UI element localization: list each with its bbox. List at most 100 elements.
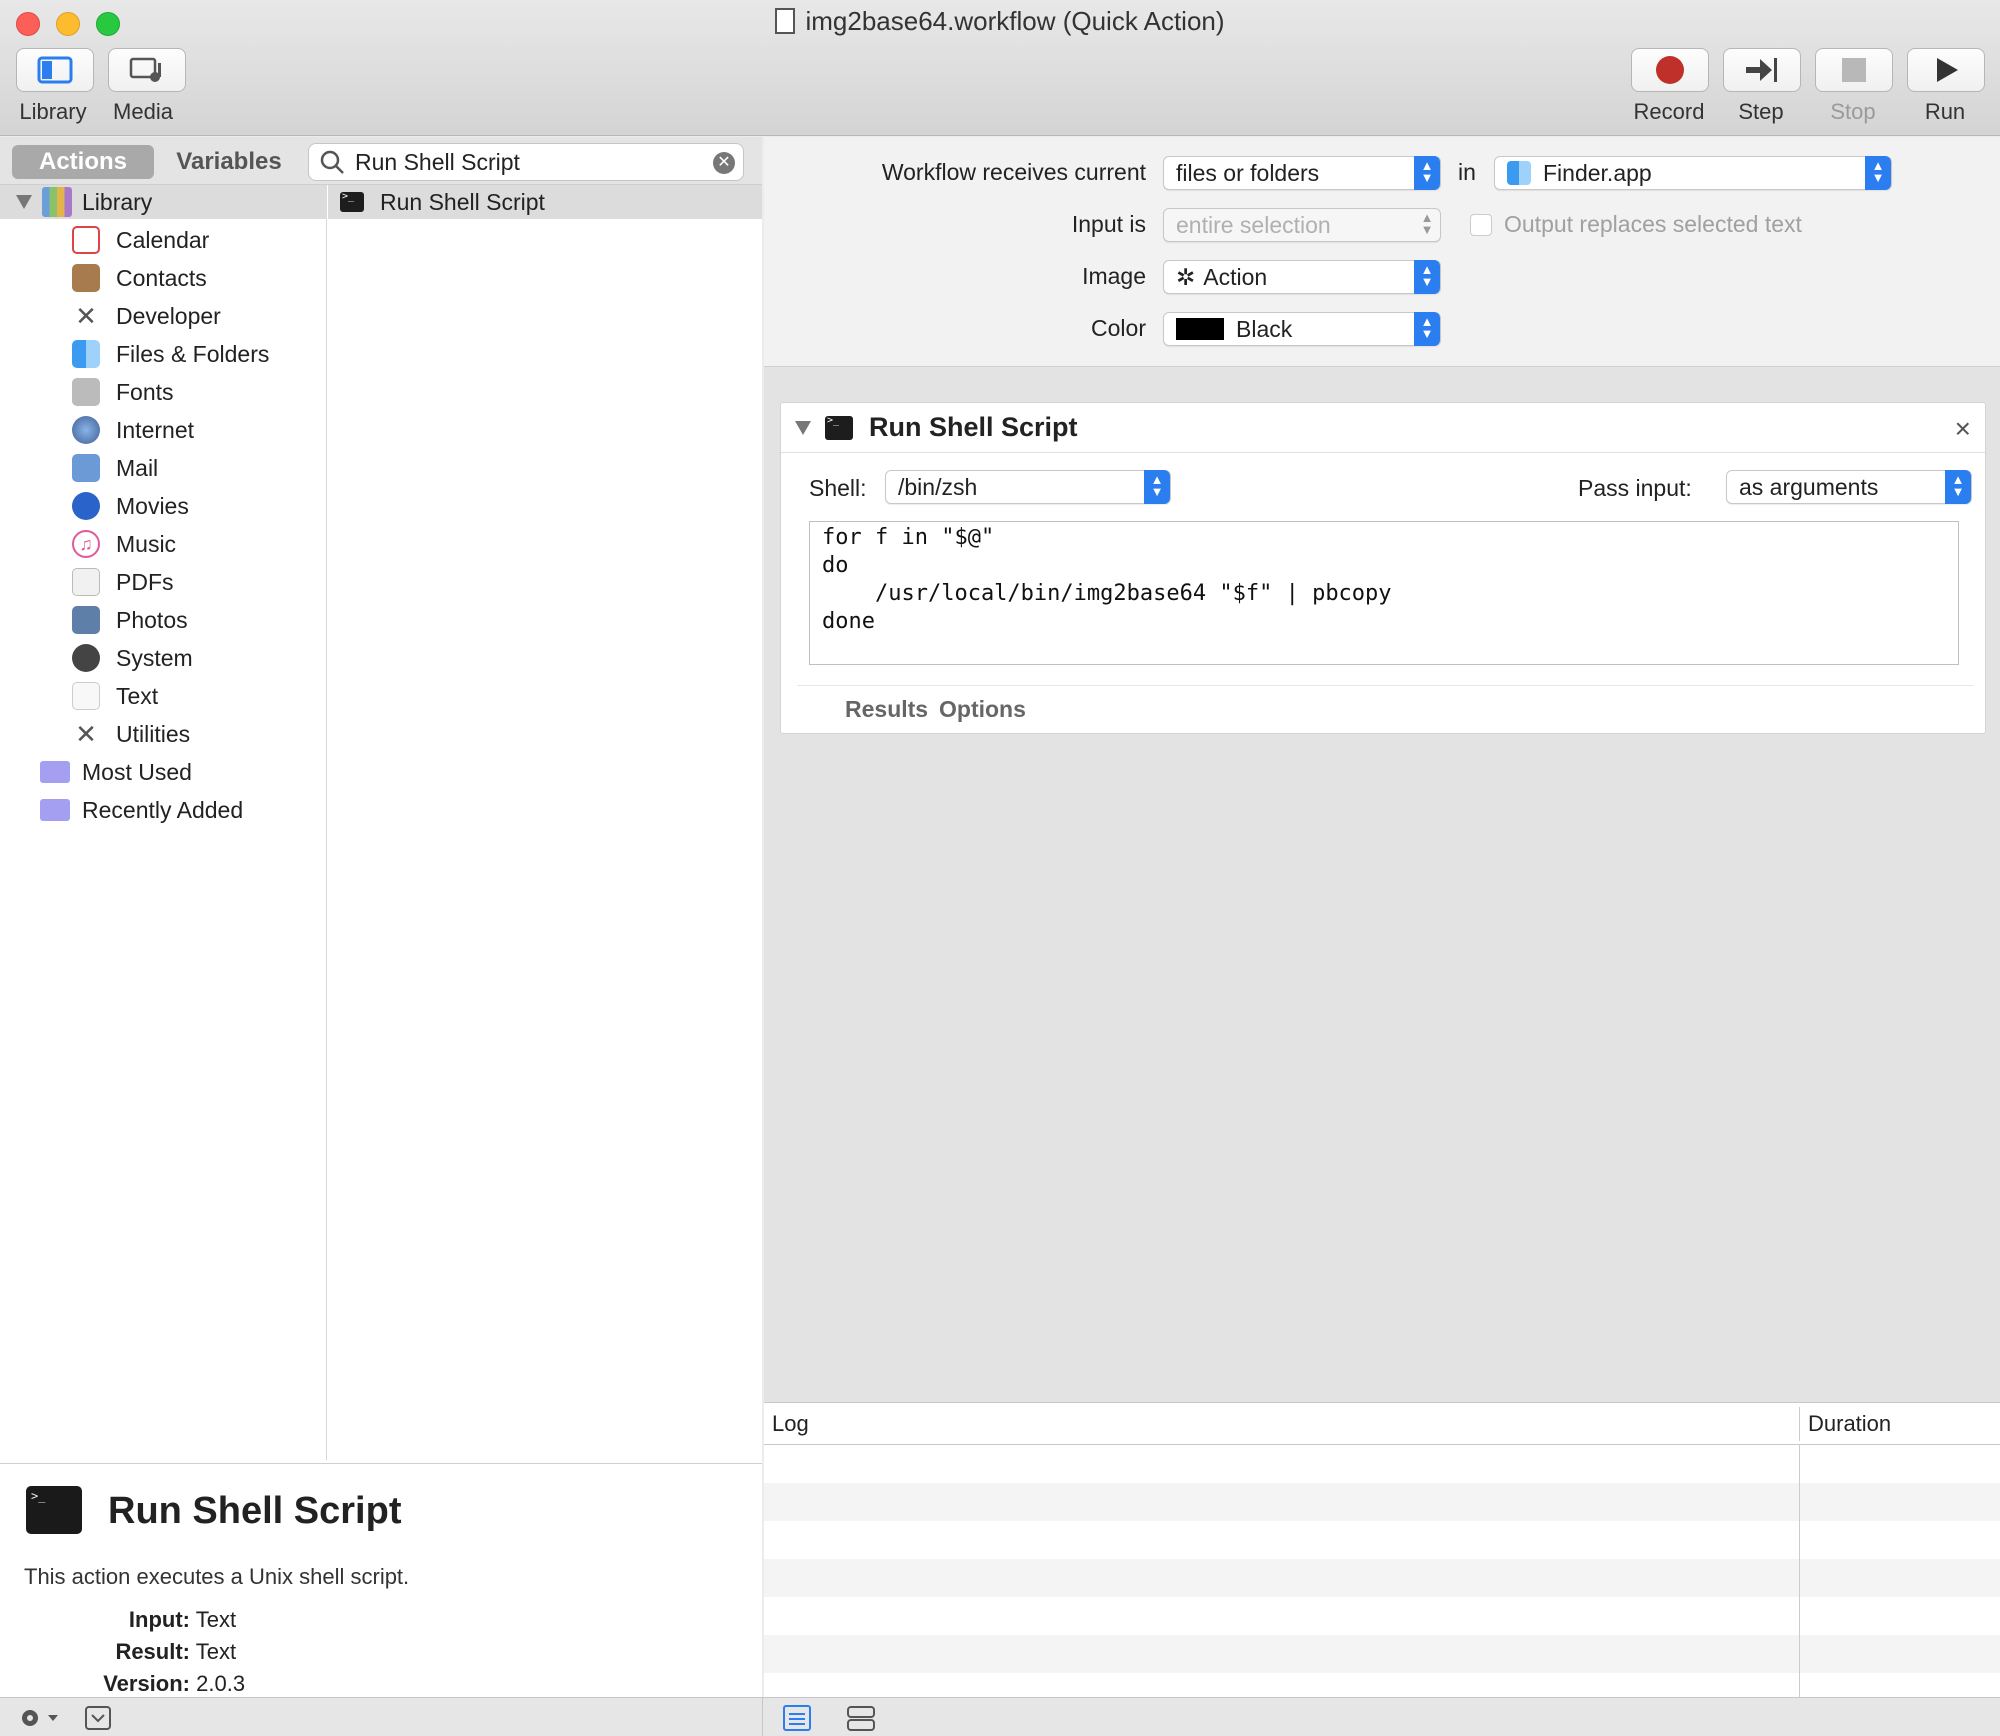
library-item-developer[interactable]: ✕ Developer [72,297,221,335]
run-button[interactable] [1907,48,1985,92]
tab-variables[interactable]: Variables [160,145,298,179]
gear-menu-icon[interactable] [18,1706,62,1730]
library-item-pdfs[interactable]: PDFs [72,563,174,601]
terminal-icon: >_ [340,192,364,212]
receives-popup[interactable]: files or folders ▲ ▼ [1163,156,1441,190]
system-gear-icon [72,644,100,672]
log-column-separator [1799,1445,1800,1698]
results-tab[interactable]: Results [845,696,928,723]
duration-column-header[interactable]: Duration [1808,1411,1891,1437]
popup-arrows-icon: ▲ ▼ [1144,470,1170,504]
pass-input-label: Pass input: [1578,475,1692,501]
library-item-contacts[interactable]: Contacts [72,259,207,297]
window-title: img2base64.workflow (Quick Action) [0,6,2000,37]
description-toggle-icon[interactable] [84,1704,112,1732]
library-item-label: Files & Folders [116,340,270,367]
output-replaces-checkbox[interactable] [1470,214,1492,236]
contacts-icon [72,264,100,292]
library-item-files-folders[interactable]: Files & Folders [72,335,269,373]
library-icon [42,187,72,217]
clear-search-icon[interactable]: ✕ [713,152,735,174]
description-title: Run Shell Script [108,1490,402,1532]
input-value: Text [195,1607,237,1632]
log-row [764,1483,2000,1521]
collapse-triangle-icon[interactable] [795,420,811,435]
close-icon[interactable]: × [1955,413,1971,445]
version-value: 2.0.3 [196,1671,246,1696]
library-item-label: Utilities [116,720,191,747]
most-used-item[interactable]: Most Used [40,753,192,791]
library-item-fonts[interactable]: Fonts [72,373,174,411]
image-popup[interactable]: ✲ Action ▲ ▼ [1163,260,1441,294]
action-card-title: Run Shell Script [869,412,1078,442]
split-view-icon[interactable] [846,1704,876,1732]
globe-icon [72,416,100,444]
color-popup[interactable]: Black ▲ ▼ [1163,312,1441,346]
document-icon [775,8,796,34]
receives-value: files or folders [1176,159,1320,186]
step-button[interactable] [1723,48,1801,92]
log-row [764,1521,2000,1559]
smart-folder-icon [40,761,70,783]
search-input[interactable]: Run Shell Script [355,149,520,176]
output-replaces-label: Output replaces selected text [1504,211,1802,237]
action-card-header: >_ Run Shell Script × [781,403,1985,453]
search-field[interactable]: Run Shell Script ✕ [308,143,744,181]
record-button[interactable] [1631,48,1709,92]
library-item-system[interactable]: System [72,639,193,677]
in-label: in [1458,159,1476,185]
media-button[interactable] [108,48,186,92]
shell-value: /bin/zsh [898,473,978,500]
script-editor[interactable]: for f in "$@" do /usr/local/bin/img2base… [809,521,1959,665]
window-title-text: img2base64.workflow (Quick Action) [805,6,1225,36]
image-label: Image [1082,263,1146,289]
application-value: Finder.app [1543,159,1652,186]
window-titlebar: img2base64.workflow (Quick Action) Libra… [0,0,2000,136]
recently-added-item[interactable]: Recently Added [40,791,243,829]
action-item-run-shell-script[interactable]: >_ Run Shell Script [328,185,762,219]
library-item-movies[interactable]: Movies [72,487,189,525]
library-item-label: Developer [116,302,221,329]
log-header: Log Duration [764,1403,2000,1445]
library-item-calendar[interactable]: Calendar [72,221,209,259]
receives-label: Workflow receives current [881,159,1146,185]
application-popup[interactable]: Finder.app ▲ ▼ [1494,156,1892,190]
pass-input-value: as arguments [1739,473,1879,500]
run-button-label: Run [1924,99,1966,124]
column-divider[interactable] [1799,1407,1800,1441]
search-icon [320,150,344,174]
list-view-icon[interactable] [782,1704,812,1732]
smart-folder-icon [40,799,70,821]
input-is-value: entire selection [1176,211,1331,238]
result-label: Result: [115,1639,190,1664]
library-item-label: Photos [116,606,188,633]
library-item-text[interactable]: Text [72,677,158,715]
log-column-header[interactable]: Log [772,1411,809,1437]
options-tab[interactable]: Options [939,696,1026,723]
media-button-label: Media [113,99,173,124]
stop-button[interactable] [1815,48,1893,92]
library-item-music[interactable]: ♫ Music [72,525,176,563]
stop-button-label: Stop [1830,99,1876,124]
popup-arrows-icon: ▲ ▼ [1865,156,1891,190]
mail-icon [72,454,100,482]
sidebar-icon [37,56,73,84]
input-is-popup[interactable]: entire selection ▲ ▼ [1163,208,1441,242]
library-item-utilities[interactable]: ✕ Utilities [72,715,190,753]
pass-input-popup[interactable]: as arguments ▲ ▼ [1726,470,1972,504]
library-button[interactable] [16,48,94,92]
library-item-photos[interactable]: Photos [72,601,188,639]
shell-popup[interactable]: /bin/zsh ▲ ▼ [885,470,1171,504]
image-value: Action [1203,263,1268,290]
library-root-item[interactable]: Library [0,185,327,219]
record-icon [1656,56,1684,84]
library-item-internet[interactable]: Internet [72,411,194,449]
library-item-mail[interactable]: Mail [72,449,158,487]
library-item-label: Calendar [116,226,210,253]
shell-label: Shell: [809,475,867,501]
popup-arrows-icon: ▲ ▼ [1414,312,1440,346]
disclosure-triangle-icon[interactable] [16,195,32,209]
tab-actions[interactable]: Actions [12,145,154,179]
popup-arrows-icon: ▲ ▼ [1420,210,1434,237]
version-label: Version: [103,1671,190,1696]
